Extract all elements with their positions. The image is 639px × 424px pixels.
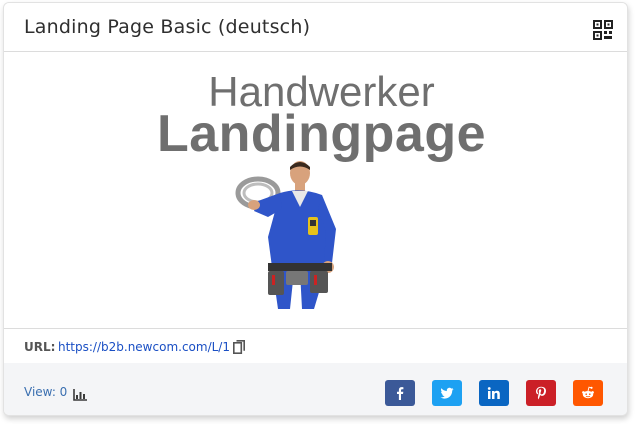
- share-linkedin-button[interactable]: [479, 380, 509, 406]
- twitter-icon: [440, 387, 454, 399]
- card-title: Landing Page Basic (deutsch): [24, 16, 311, 38]
- share-facebook-button[interactable]: [385, 380, 415, 406]
- url-row: URL: https://b2b.newcom.com/L/1: [4, 328, 627, 363]
- share-twitter-button[interactable]: [432, 380, 462, 406]
- reddit-icon: [582, 386, 594, 399]
- landing-page-preview[interactable]: Handwerker Landingpage: [4, 53, 627, 328]
- url-link[interactable]: https://b2b.newcom.com/L/1: [58, 340, 230, 354]
- bar-chart-icon[interactable]: [73, 386, 87, 401]
- share-pinterest-button[interactable]: [526, 380, 556, 406]
- copy-icon[interactable]: [233, 339, 245, 354]
- linkedin-icon: [487, 387, 500, 399]
- pinterest-icon: [536, 386, 546, 400]
- hero-title-line2: Landingpage: [156, 105, 487, 163]
- url-label: URL:: [24, 340, 56, 354]
- craftsman-worker-image: [235, 161, 336, 309]
- card-header: Landing Page Basic (deutsch): [4, 3, 627, 52]
- share-reddit-button[interactable]: [573, 380, 603, 406]
- qr-code-icon[interactable]: [593, 20, 613, 40]
- facebook-icon: [397, 387, 404, 400]
- landing-page-card: Landing Page Basic (deutsch) Handwerker …: [3, 2, 628, 416]
- view-count[interactable]: View: 0: [24, 385, 67, 399]
- card-footer: View: 0: [4, 363, 627, 415]
